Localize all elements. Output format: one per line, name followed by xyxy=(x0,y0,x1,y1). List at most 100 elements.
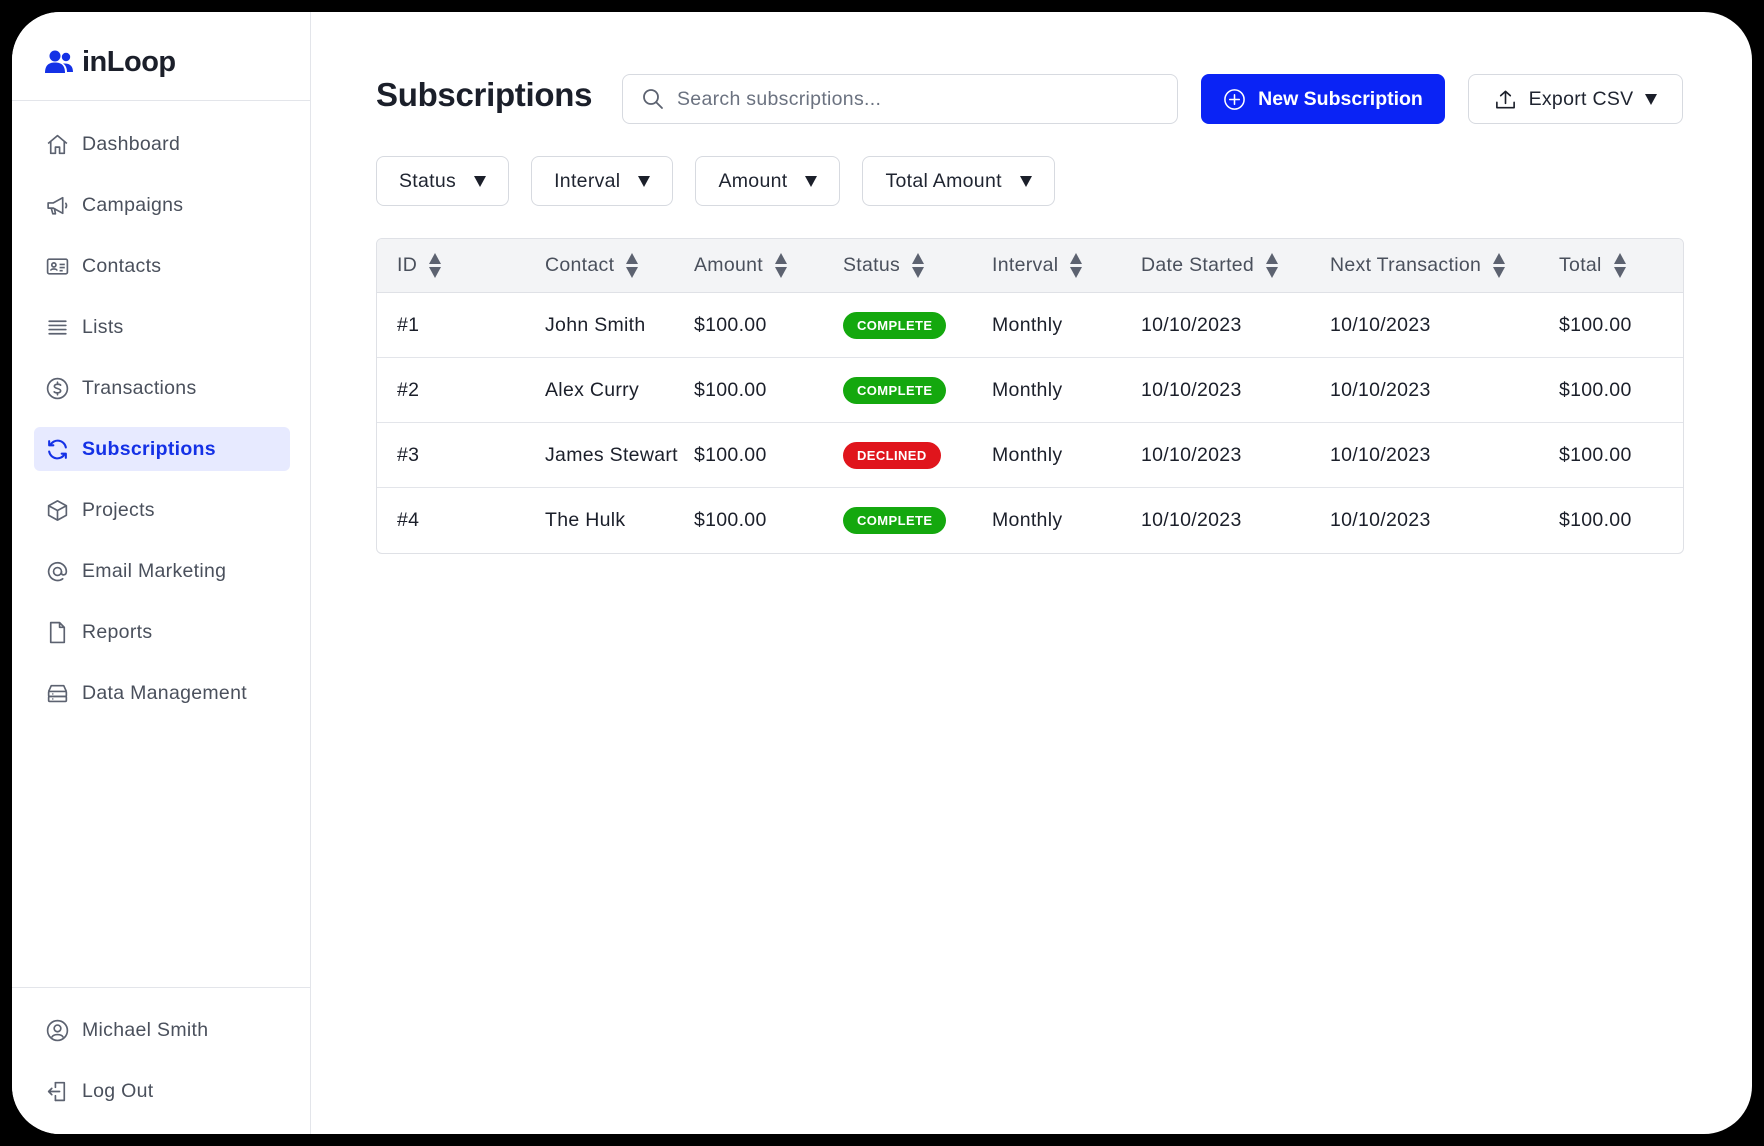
sidebar-item-label: Subscriptions xyxy=(82,437,216,460)
sidebar-account: Michael Smith Log Out xyxy=(34,1008,290,1130)
cell-contact: Alex Curry xyxy=(545,378,640,401)
search-icon xyxy=(643,89,663,109)
table-row[interactable]: #3 James Stewart $100.00 DECLINED Monthl… xyxy=(377,423,1683,488)
table-row[interactable]: #2 Alex Curry $100.00 COMPLETE Monthly 1… xyxy=(377,358,1683,423)
filter-status[interactable]: Status xyxy=(376,156,510,206)
sidebar-item-profile[interactable]: Michael Smith xyxy=(34,1008,290,1052)
search-box[interactable] xyxy=(622,74,1178,124)
export-csv-button[interactable]: Export CSV xyxy=(1468,74,1683,124)
sort-icon xyxy=(775,253,788,278)
column-header-status[interactable]: Status xyxy=(843,253,925,278)
column-header-contact[interactable]: Contact xyxy=(545,253,639,278)
cell-total: $100.00 xyxy=(1559,313,1632,336)
sidebar-item-label: Reports xyxy=(82,620,153,643)
column-header-next-transaction[interactable]: Next Transaction xyxy=(1330,253,1506,278)
sort-icon xyxy=(626,253,639,278)
cell-status: COMPLETE xyxy=(843,376,947,404)
sidebar-item-dashboard[interactable]: Dashboard xyxy=(34,122,290,166)
cell-total: $100.00 xyxy=(1559,378,1632,401)
column-header-date-started[interactable]: Date Started xyxy=(1141,253,1279,278)
sort-icon xyxy=(1613,253,1626,278)
sidebar-item-transactions[interactable]: Transactions xyxy=(34,366,290,410)
cell-id: #4 xyxy=(397,509,420,531)
column-label: Total xyxy=(1559,254,1602,276)
chevron-down-icon xyxy=(1645,93,1658,105)
status-badge: COMPLETE xyxy=(843,376,947,404)
cell-contact: John Smith xyxy=(545,313,646,336)
sort-icon xyxy=(912,253,925,278)
sidebar-item-subscriptions[interactable]: Subscriptions xyxy=(34,427,290,471)
cell-status: COMPLETE xyxy=(843,311,947,339)
sidebar-item-label: Data Management xyxy=(82,681,247,704)
sidebar-item-reports[interactable]: Reports xyxy=(34,610,290,654)
new-subscription-label: New Subscription xyxy=(1258,87,1423,110)
cell-interval: Monthly xyxy=(992,378,1063,401)
chevron-down-icon xyxy=(1019,175,1032,187)
brand[interactable]: inLoop xyxy=(44,42,176,82)
megaphone-icon xyxy=(47,196,68,215)
subscriptions-table: ID Contact Amount Status Interval Date S… xyxy=(376,238,1684,554)
column-header-total[interactable]: Total xyxy=(1559,253,1626,278)
cell-amount: $100.00 xyxy=(694,378,767,401)
chevron-down-icon xyxy=(638,175,651,187)
cell-next-transaction: 10/10/2023 xyxy=(1330,443,1431,466)
sidebar-item-projects[interactable]: Projects xyxy=(34,488,290,532)
sidebar-item-campaigns[interactable]: Campaigns xyxy=(34,183,290,227)
sort-icon xyxy=(1070,253,1083,278)
file-icon xyxy=(49,621,66,643)
export-csv-label: Export CSV xyxy=(1528,87,1634,110)
users-icon xyxy=(45,50,73,73)
column-label: Contact xyxy=(545,254,615,276)
table-row[interactable]: #4 The Hulk $100.00 COMPLETE Monthly 10/… xyxy=(377,488,1683,553)
search-input[interactable] xyxy=(677,87,1117,111)
database-icon xyxy=(47,684,68,702)
cell-id: #3 xyxy=(397,443,420,466)
sort-icon xyxy=(429,253,442,278)
filter-total-amount[interactable]: Total Amount xyxy=(862,156,1055,206)
sidebar-item-email-marketing[interactable]: Email Marketing xyxy=(34,549,290,593)
column-header-id[interactable]: ID xyxy=(397,253,442,278)
filter-bar: Status Interval Amount Total Amount xyxy=(376,156,1055,206)
column-label: Interval xyxy=(992,254,1059,276)
filter-amount[interactable]: Amount xyxy=(695,156,841,206)
sidebar-item-label: Lists xyxy=(82,315,124,338)
sidebar-item-label: Transactions xyxy=(82,376,197,399)
cell-amount: $100.00 xyxy=(694,313,767,336)
sidebar-nav: Dashboard Campaigns Contacts Lists Trans… xyxy=(34,122,290,732)
filter-label: Amount xyxy=(718,169,788,192)
column-header-interval[interactable]: Interval xyxy=(992,253,1083,278)
divider xyxy=(12,100,311,101)
cell-next-transaction: 10/10/2023 xyxy=(1330,509,1431,531)
column-label: Status xyxy=(843,254,901,276)
sidebar-item-logout[interactable]: Log Out xyxy=(34,1069,290,1113)
brand-name: inLoop xyxy=(82,45,176,78)
new-subscription-button[interactable]: New Subscription xyxy=(1201,74,1445,124)
sidebar-item-label: Projects xyxy=(82,498,155,521)
table-header: ID Contact Amount Status Interval Date S… xyxy=(377,239,1683,293)
cell-date-started: 10/10/2023 xyxy=(1141,443,1242,466)
sidebar-item-lists[interactable]: Lists xyxy=(34,305,290,349)
status-badge: DECLINED xyxy=(843,441,941,469)
filter-interval[interactable]: Interval xyxy=(531,156,674,206)
cell-interval: Monthly xyxy=(992,509,1063,531)
table-row[interactable]: #1 John Smith $100.00 COMPLETE Monthly 1… xyxy=(377,293,1683,358)
at-sign-icon xyxy=(47,561,68,581)
sidebar-item-label: Contacts xyxy=(82,254,162,277)
cell-interval: Monthly xyxy=(992,443,1063,466)
status-badge: COMPLETE xyxy=(843,507,947,534)
sidebar: inLoop Dashboard Campaigns Contacts List… xyxy=(12,12,311,1134)
app-window: inLoop Dashboard Campaigns Contacts List… xyxy=(12,12,1752,1134)
home-icon xyxy=(47,134,68,154)
main-content: Subscriptions New Subscription Export CS… xyxy=(312,12,1752,1134)
sidebar-item-contacts[interactable]: Contacts xyxy=(34,244,290,288)
cell-total: $100.00 xyxy=(1559,509,1632,531)
cell-total: $100.00 xyxy=(1559,443,1632,466)
filter-label: Status xyxy=(399,169,457,192)
chevron-down-icon xyxy=(474,175,487,187)
cell-date-started: 10/10/2023 xyxy=(1141,313,1242,336)
cell-id: #2 xyxy=(397,378,420,401)
sidebar-item-data-management[interactable]: Data Management xyxy=(34,671,290,715)
cell-contact: James Stewart xyxy=(545,443,678,466)
page-title: Subscriptions xyxy=(376,76,593,113)
column-header-amount[interactable]: Amount xyxy=(694,253,788,278)
